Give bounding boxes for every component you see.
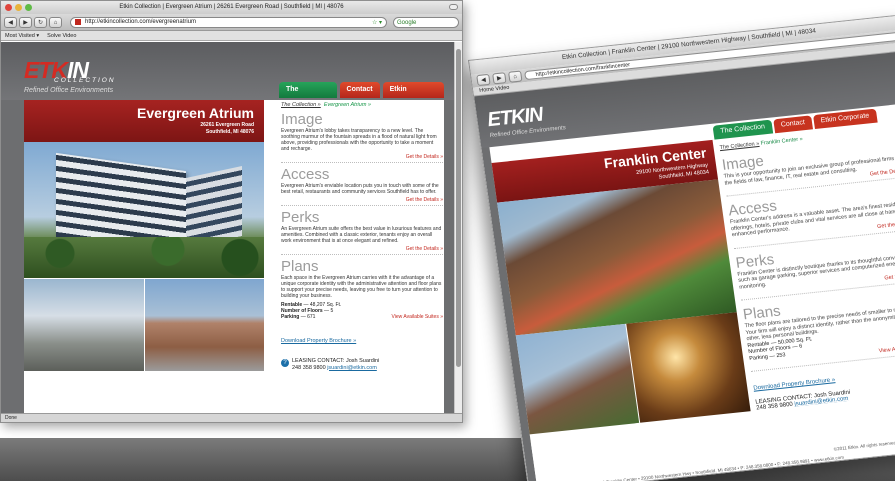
property-name: Evergreen Atrium: [137, 105, 254, 121]
address-bar[interactable]: http://etkincollection.com/evergreenatri…: [70, 16, 387, 28]
toolbar-toggle-icon[interactable]: [449, 4, 458, 10]
details-link[interactable]: Get the Details »: [281, 197, 443, 203]
breadcrumb-root[interactable]: The Collection »: [281, 102, 321, 108]
property-banner: Evergreen Atrium 26261 Evergreen Road So…: [24, 100, 264, 142]
info-icon: ?: [281, 359, 289, 367]
zoom-icon[interactable]: [25, 4, 32, 11]
breadcrumb-current[interactable]: Evergreen Atrium »: [324, 102, 371, 108]
section-perks: Perks An Evergreen Atrium suite offers t…: [281, 210, 443, 255]
section-text: Each space in the Evergreen Atrium carri…: [281, 275, 442, 299]
front-browser-window: Etkin Collection | Evergreen Atrium | 26…: [0, 0, 463, 423]
window-title: Etkin Collection | Evergreen Atrium | 26…: [119, 4, 344, 10]
tab-etkin-corporate[interactable]: Etkin Corporate: [812, 108, 878, 130]
section-heading: Perks: [281, 209, 320, 226]
address-line-2: Southfield, MI 48076: [205, 128, 254, 135]
nav-tabs: The Collection Contact Etkin Corporate: [279, 82, 444, 109]
section-heading: Access: [281, 166, 330, 183]
tab-the-collection[interactable]: The Collection: [712, 119, 773, 140]
back-arrow-icon[interactable]: ◀: [4, 16, 17, 28]
back-arrow-icon[interactable]: ◀: [476, 73, 491, 87]
building-photo: [497, 179, 737, 336]
bookmark-most-visited[interactable]: Most Visited ▾: [5, 31, 39, 40]
section-heading: Image: [281, 111, 323, 128]
window-controls: [5, 4, 32, 11]
browser-toolbar: ◀ ▶ ↻ ⌂ http://etkincollection.com/everg…: [1, 14, 462, 31]
atrium-photo: [24, 279, 144, 371]
forward-arrow-icon[interactable]: ▶: [492, 72, 507, 85]
etkin-logo[interactable]: ETKIN COLLECTION Refined Office Environm…: [24, 59, 114, 95]
building-photo: [24, 142, 264, 278]
composite-scene: Etkin Collection | Franklin Center | 291…: [0, 0, 895, 481]
details-column: The Collection » Evergreen Atrium » Imag…: [281, 102, 443, 371]
favicon-icon: [75, 19, 81, 25]
retail-photo: [145, 279, 264, 371]
breadcrumb: The Collection » Evergreen Atrium »: [281, 102, 443, 108]
leasing-details: LEASING CONTACT: Josh Suardini 248 358 9…: [292, 358, 379, 371]
section-image: Image Evergreen Atrium's lobby takes tra…: [281, 112, 443, 163]
trees: [24, 237, 264, 278]
section-text: Evergreen Atrium's enviable location put…: [281, 183, 439, 195]
status-bar: Done: [1, 413, 462, 422]
bookmark-star-icon[interactable]: ☆ ▾: [372, 19, 382, 26]
close-icon[interactable]: [5, 4, 12, 11]
leasing-contact: ? LEASING CONTACT: Josh Suardini 248 358…: [281, 358, 443, 371]
breadcrumb-current[interactable]: Franklin Center »: [760, 136, 803, 146]
url-text: http://etkincollection.com/evergreenatri…: [85, 19, 197, 25]
details-link[interactable]: Get the Details »: [281, 154, 443, 160]
section-text: Evergreen Atrium's lobby takes transpare…: [281, 128, 437, 152]
webpage: ETKIN COLLECTION Refined Office Environm…: [1, 42, 456, 415]
tab-etkin-corporate[interactable]: Etkin Corporate: [382, 82, 444, 109]
section-access: Access Evergreen Atrium's enviable locat…: [281, 167, 443, 206]
page-body: The Collection Contact Etkin Corporate F…: [489, 103, 895, 481]
webpage: ETKIN Refined Office Environments The Co…: [474, 50, 895, 481]
forward-arrow-icon[interactable]: ▶: [19, 16, 32, 28]
section-heading: Plans: [281, 258, 319, 275]
parking-label: Parking: [281, 314, 300, 320]
window-titlebar: Etkin Collection | Evergreen Atrium | 26…: [1, 1, 462, 14]
leasing-email[interactable]: jsuardini@etkin.com: [327, 365, 377, 371]
download-brochure-link[interactable]: Download Property Brochure »: [281, 338, 443, 344]
section-text: An Evergreen Atrium suite offers the bes…: [281, 226, 442, 244]
details-column: The Collection » Franklin Center » Image…: [719, 126, 895, 412]
address-line-1: 26261 Evergreen Road: [200, 122, 254, 128]
scrollbar-thumb[interactable]: [456, 49, 461, 367]
office-building-2: [186, 166, 242, 248]
tab-contact[interactable]: Contact: [339, 82, 380, 98]
tab-the-collection[interactable]: The Collection: [279, 82, 337, 109]
property-address: 26261 Evergreen Road Southfield, MI 4807…: [200, 122, 254, 135]
tagline: Refined Office Environments: [24, 87, 114, 94]
home-icon[interactable]: ⌂: [49, 16, 62, 28]
parking-value: — 671: [299, 314, 316, 320]
section-plans: Plans The floor plans are tailored to th…: [741, 287, 895, 372]
bookmark-solve-video[interactable]: Solve Video: [47, 31, 76, 40]
search-input[interactable]: Google: [393, 16, 459, 28]
details-link[interactable]: Get the Details »: [281, 246, 443, 252]
page-body: The Collection Contact Etkin Corporate E…: [24, 82, 444, 415]
back-browser-window: Etkin Collection | Franklin Center | 291…: [468, 13, 895, 481]
leasing-phone: 248 358 9800: [292, 364, 326, 371]
logo-subtitle: COLLECTION: [54, 77, 116, 84]
tab-contact[interactable]: Contact: [772, 115, 813, 134]
section-plans: Plans Each space in the Evergreen Atrium…: [281, 259, 443, 322]
bookmarks-bar: Most Visited ▾ Solve Video: [1, 31, 462, 41]
reload-icon[interactable]: ↻: [34, 16, 47, 28]
minimize-icon[interactable]: [15, 4, 22, 11]
home-icon[interactable]: ⌂: [508, 70, 523, 83]
breadcrumb-root[interactable]: The Collection »: [719, 141, 759, 151]
floors-value: — 5: [322, 308, 334, 314]
